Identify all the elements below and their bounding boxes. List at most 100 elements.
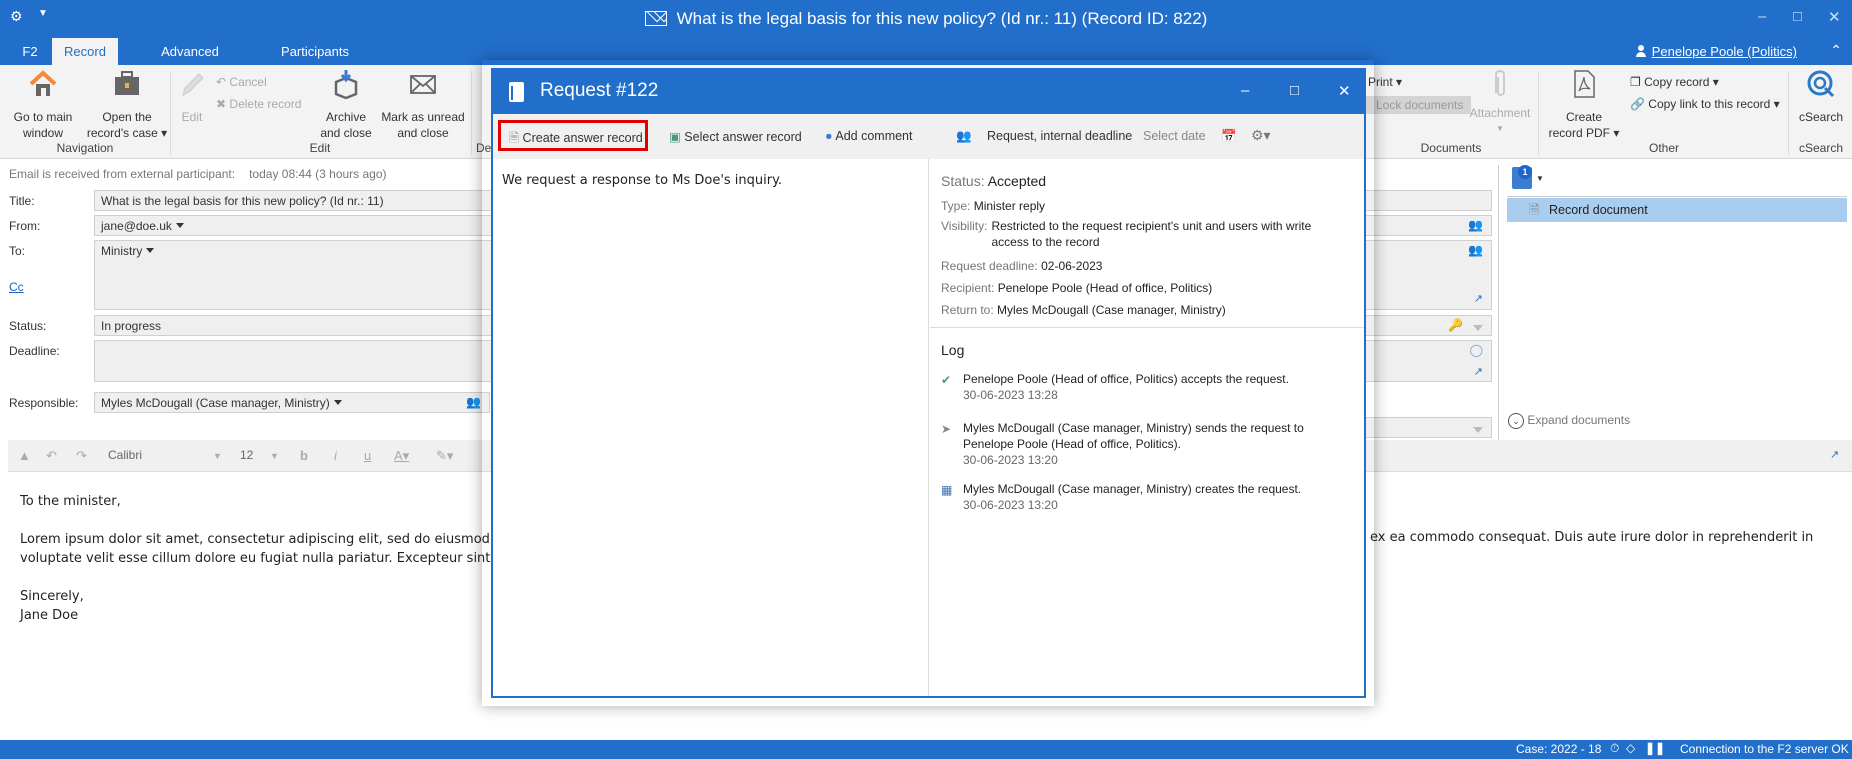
tab-f2[interactable]: F2 — [8, 38, 52, 65]
title-value: What is the legal basis for this new pol… — [101, 194, 384, 208]
font-size-select[interactable]: 12 — [240, 448, 253, 462]
edit-button[interactable]: Edit — [176, 69, 208, 125]
minimize-button[interactable]: – — [1758, 8, 1766, 25]
attachment-button[interactable]: Attachment ▼ — [1466, 69, 1534, 137]
internal-deadline-label: Request, internal deadline — [987, 129, 1133, 143]
expand-field-icon[interactable]: ↗ — [1474, 365, 1483, 378]
document-list-item[interactable]: 🗎 Record document — [1507, 198, 1847, 222]
go-to-main-window-button[interactable]: Go to main window — [8, 69, 78, 141]
expand-field-icon[interactable]: ↗ — [1474, 292, 1483, 305]
participants-icon[interactable]: 👥 — [466, 395, 481, 409]
detail-type: Type: Minister reply — [941, 198, 1351, 214]
cancel-button[interactable]: ↶ Cancel — [216, 75, 267, 89]
ribbon-separator — [1538, 71, 1539, 155]
underline-icon[interactable]: u — [364, 448, 371, 463]
panel-divider[interactable] — [1498, 165, 1499, 440]
detail-key: Recipient: — [941, 281, 995, 295]
from-value: jane@doe.uk — [101, 219, 172, 233]
paperclip-icon — [1495, 69, 1505, 97]
responsible-field[interactable]: Myles McDougall (Case manager, Ministry)… — [94, 392, 490, 413]
dialog-close-button[interactable]: ✕ — [1338, 82, 1351, 100]
group-label-csearch: cSearch — [1798, 141, 1844, 155]
tab-participants[interactable]: Participants — [250, 38, 380, 65]
status-label: Status: — [9, 319, 47, 333]
dialog-maximize-button[interactable]: □ — [1290, 82, 1299, 99]
user-name[interactable]: Penelope Poole (Politics) — [1652, 44, 1797, 59]
documents-dropdown-icon[interactable]: ▼ — [1536, 174, 1544, 183]
tab-advanced[interactable]: Advanced — [140, 38, 240, 65]
select-answer-record-button[interactable]: ▣ Select answer record — [669, 129, 802, 144]
deadline-label: Deadline: — [9, 344, 60, 358]
font-family-select[interactable]: Calibri — [108, 448, 142, 462]
check-icon: ✔ — [941, 373, 952, 387]
expand-editor-icon[interactable]: ↗ — [1830, 448, 1839, 461]
from-label: From: — [9, 219, 41, 233]
archive-and-close-button[interactable]: Archive and close — [318, 69, 374, 141]
select-answer-record-label: Select answer record — [684, 130, 802, 144]
settings-gear-icon[interactable]: ⚙▾ — [1251, 127, 1271, 144]
current-user-link[interactable]: Penelope Poole (Politics) — [1635, 44, 1797, 59]
group-label-other: Other — [1648, 141, 1679, 155]
size-dropdown-icon[interactable]: ▼ — [270, 451, 279, 461]
go-to-main-window-label: Go to main window — [13, 110, 73, 140]
key-icon[interactable]: 🔑 — [1448, 318, 1463, 332]
document-icon: 🗎 — [1529, 202, 1540, 217]
font-dropdown-icon[interactable]: ▼ — [213, 451, 222, 461]
bold-icon[interactable]: b — [300, 448, 308, 463]
dropdown-icon — [1473, 427, 1483, 433]
pencil-icon — [182, 73, 204, 96]
log-entry-text: Penelope Poole (Head of office, Politics… — [963, 372, 1289, 386]
create-record-pdf-button[interactable]: Create record PDF ▾ — [1548, 69, 1620, 141]
responsible-label: Responsible: — [9, 396, 79, 410]
dialog-title-bar[interactable]: Request #122 – □ ✕ — [493, 70, 1364, 114]
email-body[interactable]: To the minister, Lorem ipsum dolor sit a… — [20, 492, 502, 625]
edit-label: Edit — [181, 110, 203, 124]
add-comment-button[interactable]: ● Add comment — [825, 129, 912, 143]
detail-key: Type: — [941, 199, 971, 213]
attachment-dropdown-icon: ▼ — [1496, 124, 1504, 133]
mark-as-unread-button[interactable]: Mark as unread and close — [380, 69, 466, 141]
timer-icon[interactable]: ⏱ — [1610, 741, 1619, 756]
create-answer-record-button[interactable]: 🗎 Create answer record — [498, 120, 648, 151]
to-dropdown-icon[interactable] — [146, 248, 155, 253]
calendar-icon[interactable]: 📅 — [1221, 129, 1237, 144]
received-time: today 08:44 (3 hours ago) — [249, 167, 387, 181]
undo-icon[interactable]: ↶ — [46, 448, 57, 464]
participants-icon[interactable]: 👥 — [956, 129, 972, 144]
close-button[interactable]: ✕ — [1828, 8, 1841, 26]
copy-record-button[interactable]: ❐ Copy record ▾ — [1630, 75, 1719, 89]
highlight-icon[interactable]: ✎▾ — [436, 448, 453, 464]
italic-icon[interactable]: i — [334, 448, 337, 463]
csearch-button[interactable]: cSearch — [1794, 69, 1848, 125]
body-paragraph-line: ex ea commodo consequat. Duis aute irure… — [1370, 530, 1814, 545]
responsible-dropdown-icon[interactable] — [333, 400, 342, 405]
select-date-field[interactable]: Select date — [1143, 129, 1206, 143]
collapse-ribbon-icon[interactable]: ⌃ — [1830, 42, 1842, 59]
request-message-pane: We request a response to Ms Doe's inquir… — [493, 159, 929, 696]
copy-link-label: Copy link to this record ▾ — [1648, 97, 1780, 111]
redo-icon[interactable]: ↷ — [76, 448, 87, 464]
participants-icon[interactable]: 👥 — [1468, 218, 1483, 232]
create-answer-record-label: Create answer record — [522, 131, 643, 145]
tag-icon[interactable]: ◇ — [1626, 741, 1635, 755]
copy-link-button[interactable]: 🔗 Copy link to this record ▾ — [1630, 97, 1780, 111]
format-painter-icon[interactable]: ▲ — [18, 448, 31, 463]
cc-link[interactable]: Cc — [9, 280, 24, 294]
delete-record-button[interactable]: ✖ Delete record — [216, 97, 301, 111]
tab-record[interactable]: Record — [52, 38, 118, 65]
open-record-case-button[interactable]: Open the record's case ▾ — [84, 69, 170, 141]
maximize-button[interactable]: □ — [1793, 8, 1802, 25]
responsible-value: Myles McDougall (Case manager, Ministry) — [101, 396, 330, 410]
dialog-minimize-button[interactable]: – — [1241, 82, 1249, 99]
font-color-icon[interactable]: A▾ — [394, 448, 409, 464]
ribbon-separator — [471, 71, 472, 155]
pause-icon[interactable]: ❚❚ — [1645, 741, 1665, 755]
tag-icon[interactable]: ◯ — [1470, 343, 1483, 357]
lock-documents-button[interactable]: Lock documents — [1366, 96, 1472, 114]
expand-documents-button[interactable]: ⌄ Expand documents — [1508, 413, 1630, 429]
from-dropdown-icon[interactable] — [175, 223, 184, 228]
request-dialog: Request #122 – □ ✕ 🗎 Create answer recor… — [491, 68, 1366, 698]
home-icon — [29, 70, 57, 96]
participants-icon[interactable]: 👥 — [1468, 243, 1483, 257]
request-details-pane: Status: Accepted Type: Minister reply Vi… — [930, 159, 1364, 696]
